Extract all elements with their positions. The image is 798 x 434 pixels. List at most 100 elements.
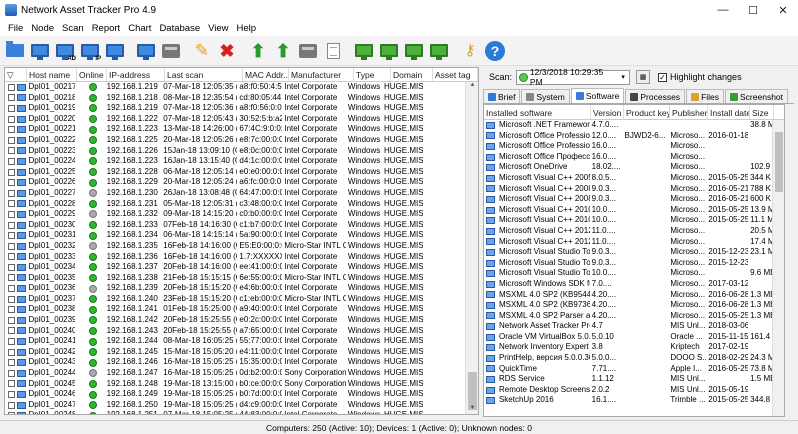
scan-date-select[interactable]: 12/3/2018 10:29:35 PM ▾ bbox=[516, 67, 631, 87]
list-item[interactable]: Microsoft Visual Studio Tools ...9.0.3..… bbox=[484, 247, 784, 258]
wake-on-lan-button[interactable] bbox=[402, 39, 426, 63]
close-button[interactable]: ✕ bbox=[768, 0, 798, 20]
list-item[interactable]: MSXML 4.0 SP2 (KB973688)4.20.... Microso.… bbox=[484, 300, 784, 311]
list-item[interactable]: PrintHelp, версия 5.0.0.30 5.0.0... DOOO S… bbox=[484, 353, 784, 364]
row-checkbox[interactable] bbox=[8, 306, 15, 314]
list-item[interactable]: MSXML 4.0 SP2 (KB954430)4.20.... Microso.… bbox=[484, 290, 784, 301]
list-item[interactable]: Microsoft OneDrive 18.02.... Microso... 102… bbox=[484, 162, 784, 173]
row-checkbox[interactable] bbox=[8, 263, 15, 271]
row-checkbox[interactable] bbox=[8, 348, 15, 356]
row-checkbox[interactable] bbox=[8, 115, 15, 123]
row-checkbox[interactable] bbox=[8, 316, 15, 324]
remote-shutdown-button[interactable] bbox=[377, 39, 401, 63]
maximize-button[interactable]: ☐ bbox=[738, 0, 768, 20]
table-row[interactable]: DpI01_00239 192.168.1.242 20Feb-18 15:25:5… bbox=[5, 315, 467, 326]
table-row[interactable]: DpI01_00230 192.168.1.233 07Feb-18 14:16:3… bbox=[5, 220, 467, 231]
license-key-button[interactable]: ⚷ bbox=[458, 39, 482, 63]
col-version[interactable]: Version bbox=[591, 105, 624, 119]
list-item[interactable]: QuickTime 7.71.... Apple I... 2016-05-25 73.… bbox=[484, 364, 784, 375]
table-row[interactable]: DpI01_00243 192.168.1.246 16-Mar-18 15:05:… bbox=[5, 357, 467, 368]
table-row[interactable]: DpI01_00231 192.168.1.234 06-Mar-18 14:15:… bbox=[5, 230, 467, 241]
list-item[interactable]: Microsoft Visual C++ 2005 R...8.0.5... Mi… bbox=[484, 173, 784, 184]
row-checkbox[interactable] bbox=[8, 295, 15, 303]
help-button[interactable]: ? bbox=[483, 39, 507, 63]
tab-brief[interactable]: Brief bbox=[483, 89, 521, 103]
row-checkbox[interactable] bbox=[8, 253, 15, 261]
col-manufacturer[interactable]: Manufacturer bbox=[289, 68, 354, 81]
table-row[interactable]: DpI01_00218 192.168.1.218 08-Mar-18 12:35:… bbox=[5, 93, 467, 104]
nodes-scrollbar[interactable]: ▲ ▼ bbox=[465, 82, 478, 414]
menu-report[interactable]: Report bbox=[88, 23, 125, 34]
row-checkbox[interactable] bbox=[8, 126, 15, 134]
table-row[interactable]: DpI01_00228 192.168.1.231 05-Mar-18 12:05:… bbox=[5, 199, 467, 210]
table-row[interactable]: DpI01_00241 192.168.1.244 08-Mar-18 16:05:… bbox=[5, 336, 467, 347]
table-row[interactable]: DpI01_00227 192.168.1.230 26Jan-18 13:08:4… bbox=[5, 188, 467, 199]
row-checkbox[interactable] bbox=[8, 412, 15, 414]
row-checkbox[interactable] bbox=[8, 94, 15, 102]
table-row[interactable]: DpI01_00221 192.168.1.223 13-Mar-18 14:26:… bbox=[5, 124, 467, 135]
list-item[interactable]: Microsoft Visual Studio Tools ...9.0.3..… bbox=[484, 258, 784, 269]
col-size[interactable]: Size bbox=[750, 105, 774, 119]
software-scrollbar[interactable] bbox=[772, 120, 784, 416]
tab-processes[interactable]: Processes bbox=[625, 89, 686, 103]
table-row[interactable]: DpI01_00225 192.168.1.228 06-Mar-18 12:05:… bbox=[5, 167, 467, 178]
tab-system[interactable]: System bbox=[521, 89, 570, 103]
table-row[interactable]: DpI01_00245 192.168.1.248 19-Mar-18 13:15:… bbox=[5, 379, 467, 390]
table-row[interactable]: DpI01_00238 192.168.1.241 01Feb-18 15:25:0… bbox=[5, 304, 467, 315]
row-checkbox[interactable] bbox=[8, 338, 15, 346]
table-row[interactable]: DpI01_00246 192.168.1.249 19-Mar-18 15:05:… bbox=[5, 389, 467, 400]
list-item[interactable]: Remote Desktop Screenshot2.0.2 MIS Unl...… bbox=[484, 385, 784, 396]
add-node-button[interactable] bbox=[28, 39, 52, 63]
menu-help[interactable]: Help bbox=[233, 23, 261, 34]
col-installed-software[interactable]: Installed software bbox=[484, 105, 591, 119]
edit-button[interactable]: ✎ bbox=[190, 39, 214, 63]
row-checkbox[interactable] bbox=[8, 147, 15, 155]
list-item[interactable]: MSXML 4.0 SP2 Parser and ...4.20.... Micr… bbox=[484, 311, 784, 322]
list-item[interactable]: Microsoft Visual C++ 2010 x...10.0.... Mi… bbox=[484, 215, 784, 226]
screenshot-button[interactable] bbox=[427, 39, 451, 63]
network-tree-button[interactable] bbox=[134, 39, 158, 63]
table-row[interactable]: DpI01_00237 192.168.1.240 23Feb-18 15:15:2… bbox=[5, 294, 467, 305]
list-item[interactable]: Microsoft Visual C++ 2008 R...9.0.3... Mi… bbox=[484, 194, 784, 205]
open-folder-button[interactable] bbox=[3, 39, 27, 63]
list-item[interactable]: Network Inventory Expert 3.8 Kriptech 2017-… bbox=[484, 342, 784, 353]
move-up-all-button[interactable]: ⬆ bbox=[271, 39, 295, 63]
row-checkbox[interactable] bbox=[8, 136, 15, 144]
move-up-button[interactable]: ⬆ bbox=[246, 39, 270, 63]
row-checkbox[interactable] bbox=[8, 200, 15, 208]
col-product-key[interactable]: Product key bbox=[624, 105, 670, 119]
row-checkbox[interactable] bbox=[8, 104, 15, 112]
table-row[interactable]: DpI01_00236 192.168.1.239 20Feb-18 15:15:2… bbox=[5, 283, 467, 294]
table-row[interactable]: DpI01_00233 192.168.1.236 16Feb-18 14:16:0… bbox=[5, 252, 467, 263]
table-row[interactable]: DpI01_00219 192.168.1.219 07-Mar-18 12:05:… bbox=[5, 103, 467, 114]
menu-node[interactable]: Node bbox=[27, 23, 58, 34]
list-item[interactable]: Microsoft Visual C++ 2008 R...9.0.3... Mi… bbox=[484, 184, 784, 195]
software-scroll-thumb[interactable] bbox=[775, 132, 783, 192]
row-checkbox[interactable] bbox=[8, 221, 15, 229]
node-options-button[interactable] bbox=[296, 39, 320, 63]
table-row[interactable]: DpI01_00235 192.168.1.238 21Feb-18 15:15:1… bbox=[5, 273, 467, 284]
list-item[interactable]: Microsoft Office Professional ...16.0...… bbox=[484, 141, 784, 152]
scanner-button[interactable] bbox=[159, 39, 183, 63]
row-checkbox[interactable] bbox=[8, 401, 15, 409]
table-row[interactable]: DpI01_00247 192.168.1.250 19-Mar-18 15:05:… bbox=[5, 400, 467, 411]
list-item[interactable]: SketchUp 2016 16.1.... Trimble ... 2015-05-… bbox=[484, 395, 784, 406]
select-all-column[interactable]: ▽ bbox=[5, 68, 27, 81]
table-row[interactable]: DpI01_00248 192.168.1.251 07-Mar-18 15:05:… bbox=[5, 410, 467, 414]
row-checkbox[interactable] bbox=[8, 369, 15, 377]
col-host-name[interactable]: Host name bbox=[27, 68, 77, 81]
calendar-button[interactable]: ▦ bbox=[636, 70, 651, 84]
row-checkbox[interactable] bbox=[8, 380, 15, 388]
col-mac-address[interactable]: MAC Addr... bbox=[243, 68, 289, 81]
add-ip-range-button[interactable]: IP bbox=[78, 39, 102, 63]
scan-node-button[interactable] bbox=[103, 39, 127, 63]
row-checkbox[interactable] bbox=[8, 327, 15, 335]
col-domain[interactable]: Domain bbox=[391, 68, 433, 81]
col-publisher[interactable]: Publisher bbox=[670, 105, 708, 119]
list-item[interactable]: Oracle VM VirtualBox 5.0.105.0.10 Oracle … bbox=[484, 332, 784, 343]
menu-scan[interactable]: Scan bbox=[58, 23, 88, 34]
menu-database[interactable]: Database bbox=[155, 23, 204, 34]
table-row[interactable]: DpI01_00240 192.168.1.243 20Feb-18 15:25:5… bbox=[5, 326, 467, 337]
row-checkbox[interactable] bbox=[8, 285, 15, 293]
row-checkbox[interactable] bbox=[8, 157, 15, 165]
